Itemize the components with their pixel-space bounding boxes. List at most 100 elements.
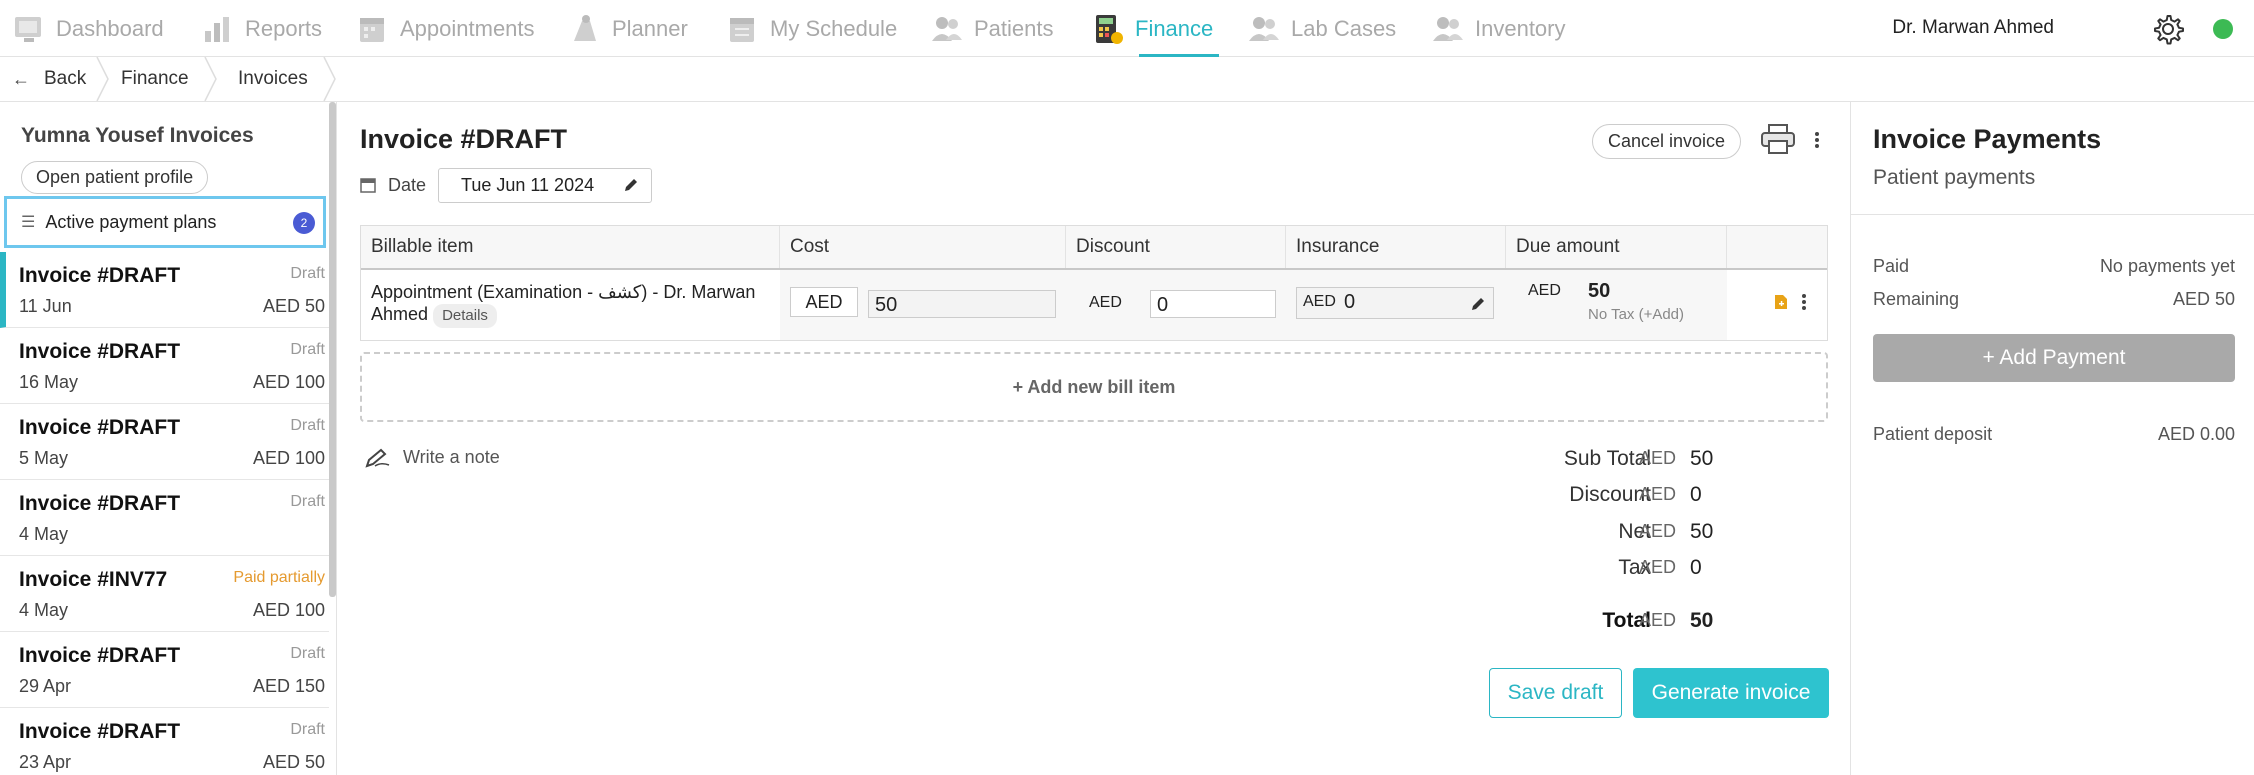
invoice-status: Draft [290, 265, 325, 282]
reports-icon [205, 16, 229, 42]
nav-reports[interactable]: Reports [201, 0, 322, 57]
pen-icon [365, 448, 390, 468]
more-options-icon[interactable] [1814, 130, 1820, 150]
back-button[interactable]: ← Back [12, 57, 86, 101]
active-payment-plans-button[interactable]: ☰ Active payment plans 2 [4, 196, 326, 248]
invoice-payments-panel: Invoice Payments Patient payments Paid N… [1850, 102, 2254, 775]
column-header: Due amount [1506, 226, 1727, 268]
currency-label: AED [1639, 610, 1677, 630]
invoice-amount: AED 150 [252, 676, 325, 696]
discount-input[interactable]: 0 [1150, 290, 1276, 318]
nav-planner-label: Planner [612, 15, 688, 41]
online-status-indicator [2213, 19, 2233, 39]
details-tag[interactable]: Details [433, 304, 497, 328]
nav-dashboard[interactable]: Dashboard [12, 0, 164, 57]
invoice-list: Invoice #DRAFT Draft 11 Jun AED 50 Invoi… [0, 252, 329, 775]
add-bill-item-button[interactable]: + Add new bill item [360, 352, 1828, 422]
edit-icon[interactable] [1470, 296, 1486, 312]
discount-total-value: 0 [1690, 483, 1702, 506]
invoice-list-item[interactable]: Invoice #DRAFT Draft 23 Apr AED 50 [0, 708, 329, 775]
nav-appointments-label: Appointments [400, 15, 535, 41]
nav-lab-cases[interactable]: Lab Cases [1247, 0, 1396, 57]
nav-inventory[interactable]: Inventory [1431, 0, 1566, 57]
breadcrumb-finance[interactable]: Finance [121, 57, 189, 101]
nav-my-schedule-label: My Schedule [770, 15, 898, 41]
print-icon[interactable] [1761, 124, 1795, 154]
patients-icon [932, 16, 962, 41]
cancel-invoice-button[interactable]: Cancel invoice [1592, 124, 1742, 159]
write-note-button[interactable]: Write a note [365, 447, 500, 468]
gear-icon[interactable] [2152, 13, 2184, 45]
payments-title: Invoice Payments [1873, 124, 2102, 154]
tax-value: 0 [1690, 556, 1702, 579]
invoice-list-item[interactable]: Invoice #DRAFT Draft 5 May AED 100 [0, 404, 329, 480]
row-options-icon[interactable] [1801, 292, 1807, 312]
invoice-list-item[interactable]: Invoice #DRAFT Draft 29 Apr AED 150 [0, 632, 329, 708]
insurance-currency: AED [1303, 293, 1336, 310]
breadcrumb-invoices[interactable]: Invoices [238, 57, 308, 101]
invoice-list-item[interactable]: Invoice #DRAFT Draft 4 May [0, 480, 329, 556]
open-patient-profile-button[interactable]: Open patient profile [21, 161, 209, 194]
nav-patients[interactable]: Patients [930, 0, 1054, 57]
user-name[interactable]: Dr. Marwan Ahmed [1892, 17, 2054, 39]
invoice-list-item[interactable]: Invoice #INV77 Paid partially 4 May AED … [0, 556, 329, 632]
date-value: Tue Jun 11 2024 [461, 175, 595, 195]
breadcrumb: ← Back Finance Invoices [0, 57, 2254, 102]
cost-input[interactable]: 50 [868, 290, 1056, 318]
tax-label: Tax [1618, 556, 1651, 579]
invoice-list-item-title: Invoice #DRAFT [19, 720, 181, 743]
edit-icon [625, 179, 637, 191]
planner-icon [574, 14, 596, 41]
invoice-editor: Invoice #DRAFT Cancel invoice Date Tue J… [337, 102, 1850, 775]
column-header: Cost [780, 226, 1066, 268]
sidebar-scrollbar[interactable] [329, 102, 336, 597]
payments-subtitle: Patient payments [1873, 166, 2036, 189]
billable-item-line1: Appointment (Examination - كشف) - Dr. Ma… [371, 282, 756, 302]
invoice-date: 23 Apr [19, 752, 72, 772]
schedule-icon [730, 17, 754, 42]
invoice-status: Draft [290, 341, 325, 358]
discount-currency[interactable]: AED [1089, 294, 1122, 312]
arrow-left-icon: ← [12, 68, 30, 89]
back-label: Back [44, 68, 87, 89]
invoice-list-item-title: Invoice #DRAFT [19, 340, 181, 363]
invoice-list-item[interactable]: Invoice #DRAFT Draft 11 Jun AED 50 [0, 252, 329, 328]
nav-reports-label: Reports [245, 15, 323, 41]
invoice-list-item-title: Invoice #DRAFT [19, 264, 181, 287]
invoice-status: Draft [290, 493, 325, 510]
nav-inventory-label: Inventory [1475, 15, 1566, 41]
nav-dashboard-label: Dashboard [56, 15, 164, 41]
nav-finance-label: Finance [1135, 15, 1214, 41]
nav-planner[interactable]: Planner [568, 0, 688, 57]
breadcrumb-separator [96, 57, 109, 101]
write-note-label: Write a note [403, 447, 500, 467]
invoice-date: 29 Apr [19, 676, 72, 696]
nav-appointments[interactable]: Appointments [356, 0, 535, 57]
invoice-amount: AED 100 [252, 600, 325, 620]
date-field-label: Date [360, 168, 426, 202]
cost-currency-select[interactable]: AED [790, 287, 858, 317]
invoice-list-item[interactable]: Invoice #DRAFT Draft 16 May AED 100 [0, 328, 329, 404]
currency-label: AED [1639, 448, 1677, 468]
paid-label: Paid [1873, 256, 1910, 276]
invoice-amount: AED 50 [262, 296, 325, 316]
column-header: Insurance [1286, 226, 1506, 268]
net-label: Net [1618, 520, 1651, 543]
insurance-input[interactable]: AED 0 [1296, 287, 1494, 319]
add-payment-button[interactable]: + Add Payment [1873, 334, 2235, 382]
nav-finance[interactable]: Finance [1091, 0, 1220, 57]
due-currency: AED [1528, 282, 1561, 299]
tax-add-link[interactable]: No Tax (+Add) [1588, 306, 1684, 323]
billable-items-table: Billable item Cost Discount Insurance Du… [360, 225, 1828, 341]
remaining-value: AED 50 [2172, 289, 2235, 309]
finance-icon [1096, 14, 1123, 44]
invoice-date: 16 May [19, 372, 79, 392]
invoice-list-item-title: Invoice #DRAFT [19, 644, 181, 667]
date-picker[interactable]: Tue Jun 11 2024 [438, 168, 652, 203]
invoice-date: 5 May [19, 448, 69, 468]
nav-my-schedule[interactable]: My Schedule [726, 0, 897, 57]
generate-invoice-button[interactable]: Generate invoice [1633, 668, 1829, 718]
file-icon[interactable] [1774, 294, 1788, 310]
save-draft-button[interactable]: Save draft [1489, 668, 1622, 718]
total-label: Total [1602, 609, 1651, 632]
